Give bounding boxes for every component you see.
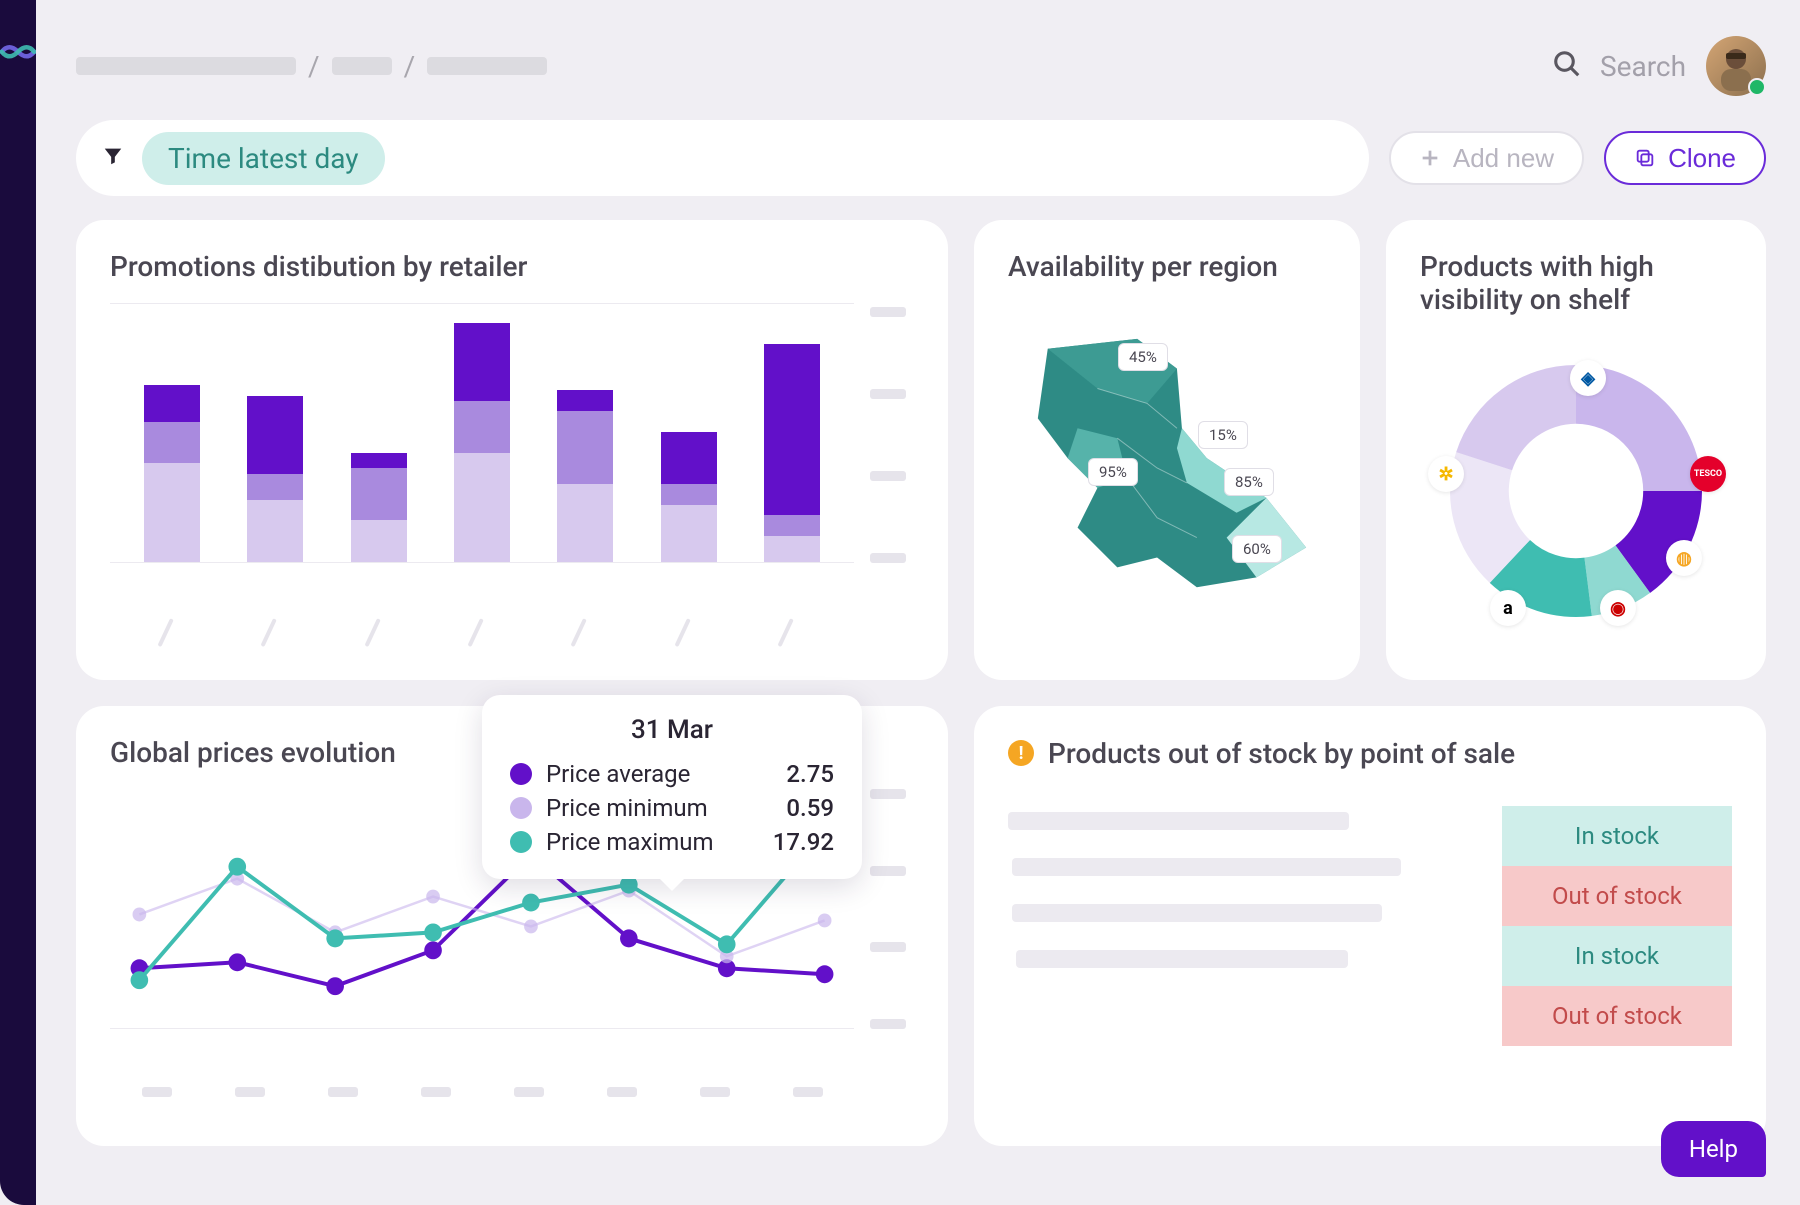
map-label: 95% xyxy=(1088,458,1138,486)
bar xyxy=(247,396,303,562)
stock-status-badge: Out of stock xyxy=(1502,866,1732,926)
filter-icon[interactable] xyxy=(102,145,124,171)
breadcrumb-segment xyxy=(76,57,296,75)
map-label: 15% xyxy=(1198,421,1248,449)
bar xyxy=(661,432,717,562)
tooltip-row: Price maximum17.92 xyxy=(510,825,834,859)
availability-map: 45% 15% 95% 85% 60% xyxy=(1008,303,1326,633)
card-promotions: Promotions distibution by retailer xyxy=(76,220,948,680)
bar xyxy=(454,323,510,562)
bar xyxy=(764,344,820,562)
add-new-label: Add new xyxy=(1453,143,1554,174)
stock-status-badge: In stock xyxy=(1502,926,1732,986)
topbar: / / Search xyxy=(76,36,1766,96)
filter-bar: Time latest day xyxy=(76,120,1369,196)
presence-indicator xyxy=(1748,78,1766,96)
promotions-bar-chart xyxy=(110,303,914,613)
chart-tooltip: 31 Mar Price average2.75Price minimum0.5… xyxy=(482,695,862,879)
retailer-badge-target: ◉ xyxy=(1600,590,1636,626)
stock-status-badge: In stock xyxy=(1502,806,1732,866)
alert-icon: ! xyxy=(1008,740,1034,766)
retailer-badge-tesco: TESCO xyxy=(1690,456,1726,492)
search-icon xyxy=(1552,49,1582,83)
clone-button[interactable]: Clone xyxy=(1604,131,1766,185)
card-stock: ! Products out of stock by point of sale… xyxy=(974,706,1766,1146)
tooltip-row: Price minimum0.59 xyxy=(510,791,834,825)
bar xyxy=(351,453,407,562)
card-visibility: Products with high visibility on shelf ◈… xyxy=(1386,220,1766,680)
retailer-badge-amazon: a xyxy=(1490,590,1526,626)
map-label: 45% xyxy=(1118,343,1168,371)
clone-label: Clone xyxy=(1668,143,1736,174)
retailer-badge-mercado: ◍ xyxy=(1666,540,1702,576)
breadcrumb-separator: / xyxy=(308,50,320,83)
app-logo xyxy=(0,40,36,64)
tooltip-date: 31 Mar xyxy=(510,715,834,745)
card-availability: Availability per region 45% 15% 95% xyxy=(974,220,1360,680)
stock-status-badge: Out of stock xyxy=(1502,986,1732,1046)
map-label: 85% xyxy=(1224,468,1274,496)
search-placeholder: Search xyxy=(1600,50,1686,83)
breadcrumb-separator: / xyxy=(404,50,416,83)
card-visibility-title: Products with high visibility on shelf xyxy=(1420,250,1732,316)
map-label: 60% xyxy=(1232,535,1282,563)
breadcrumb-segment xyxy=(427,57,547,75)
card-availability-title: Availability per region xyxy=(1008,250,1326,283)
tooltip-row: Price average2.75 xyxy=(510,757,834,791)
filter-chip-time[interactable]: Time latest day xyxy=(142,132,385,185)
visibility-donut-chart: ◈ TESCO ◍ ◉ a ✲ xyxy=(1420,336,1732,646)
bar xyxy=(557,390,613,562)
breadcrumb-segment xyxy=(332,57,392,75)
search[interactable]: Search xyxy=(1552,49,1686,83)
card-promotions-title: Promotions distibution by retailer xyxy=(110,250,914,283)
help-button[interactable]: Help xyxy=(1661,1121,1766,1177)
bar xyxy=(144,385,200,562)
retailer-badge-carrefour: ◈ xyxy=(1570,360,1606,396)
breadcrumb: / / xyxy=(76,50,1532,83)
card-stock-title: Products out of stock by point of sale xyxy=(1048,736,1515,772)
stock-row-placeholders xyxy=(1008,806,1482,1046)
add-new-button[interactable]: Add new xyxy=(1389,131,1584,185)
toolbar: Time latest day Add new Clone xyxy=(76,120,1766,196)
left-sidebar xyxy=(0,0,36,1205)
retailer-badge-walmart: ✲ xyxy=(1428,456,1464,492)
prices-line-chart: 31 Mar Price average2.75Price minimum0.5… xyxy=(110,789,914,1069)
user-avatar[interactable] xyxy=(1706,36,1766,96)
card-prices: Global prices evolution 31 Mar Price ave… xyxy=(76,706,948,1146)
